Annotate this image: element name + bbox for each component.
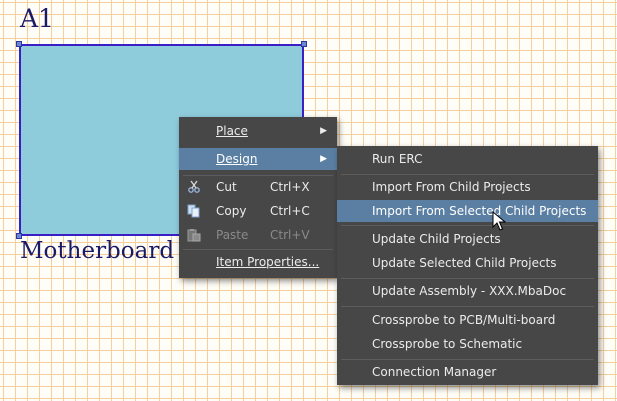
mouse-pointer-icon bbox=[492, 211, 506, 231]
menu-item-connection-manager[interactable]: Connection Manager bbox=[337, 361, 598, 383]
menu-item-label: Design bbox=[216, 152, 258, 166]
menu-separator bbox=[341, 225, 594, 226]
menu-item-label: Copy bbox=[216, 204, 247, 218]
menu-separator bbox=[183, 249, 333, 250]
menu-item-update-selected-child-projects[interactable]: Update Selected Child Projects bbox=[337, 252, 598, 274]
menu-item-copy[interactable]: Copy Ctrl+C bbox=[179, 200, 337, 222]
menu-item-shortcut: Ctrl+V bbox=[270, 228, 310, 242]
menu-item-label: Update Assembly - XXX.MbaDoc bbox=[372, 284, 567, 298]
menu-item-label: Crossprobe to PCB/Multi-board bbox=[372, 313, 556, 327]
menu-item-shortcut: Ctrl+X bbox=[270, 180, 310, 194]
menu-item-import-from-selected-child-projects[interactable]: Import From Selected Child Projects bbox=[337, 200, 598, 222]
menu-item-label: Update Selected Child Projects bbox=[372, 256, 557, 270]
menu-item-cut[interactable]: Cut Ctrl+X bbox=[179, 176, 337, 198]
menu-item-label: Item Properties... bbox=[216, 255, 320, 269]
selection-handle-top-left[interactable] bbox=[16, 41, 22, 47]
sheet-designator: A1 bbox=[20, 4, 54, 33]
menu-item-update-assembly[interactable]: Update Assembly - XXX.MbaDoc bbox=[337, 280, 598, 302]
menu-separator bbox=[341, 359, 594, 360]
menu-item-update-child-projects[interactable]: Update Child Projects bbox=[337, 228, 598, 250]
submenu-arrow-icon: ▶ bbox=[320, 126, 327, 136]
selection-handle-top-right[interactable] bbox=[301, 41, 307, 47]
menu-item-item-properties[interactable]: Item Properties... bbox=[179, 251, 337, 273]
copy-icon bbox=[187, 204, 200, 218]
menu-separator bbox=[341, 174, 594, 175]
menu-item-label: Cut bbox=[216, 180, 237, 194]
menu-item-label: Place bbox=[216, 124, 248, 138]
menu-item-label: Paste bbox=[216, 228, 249, 242]
sheet-name-label: Motherboard bbox=[20, 238, 175, 264]
menu-item-label: Connection Manager bbox=[372, 365, 497, 379]
menu-item-design[interactable]: Design ▶ bbox=[179, 148, 337, 170]
menu-item-label: Import From Selected Child Projects bbox=[372, 204, 587, 218]
menu-item-label: Run ERC bbox=[372, 152, 423, 166]
design-submenu: Run ERC Import From Child Projects Impor… bbox=[337, 146, 598, 385]
menu-item-shortcut: Ctrl+C bbox=[270, 204, 310, 218]
menu-item-label: Crossprobe to Schematic bbox=[372, 337, 523, 351]
submenu-arrow-icon: ▶ bbox=[320, 154, 327, 164]
menu-separator bbox=[341, 306, 594, 307]
menu-item-run-erc[interactable]: Run ERC bbox=[337, 148, 598, 170]
menu-separator bbox=[341, 278, 594, 279]
menu-item-crossprobe-pcb[interactable]: Crossprobe to PCB/Multi-board bbox=[337, 309, 598, 331]
menu-item-label: Import From Child Projects bbox=[372, 180, 531, 194]
menu-item-label: Update Child Projects bbox=[372, 232, 501, 246]
paste-icon bbox=[187, 229, 201, 242]
menu-item-paste[interactable]: Paste Ctrl+V bbox=[179, 224, 337, 246]
context-menu: Place ▶ Design ▶ Cut Ctrl+X Copy Ctrl+C … bbox=[179, 117, 337, 278]
menu-item-place[interactable]: Place ▶ bbox=[179, 120, 337, 142]
scissors-icon bbox=[188, 180, 200, 193]
menu-item-crossprobe-schematic[interactable]: Crossprobe to Schematic bbox=[337, 333, 598, 355]
menu-item-import-from-child-projects[interactable]: Import From Child Projects bbox=[337, 176, 598, 198]
